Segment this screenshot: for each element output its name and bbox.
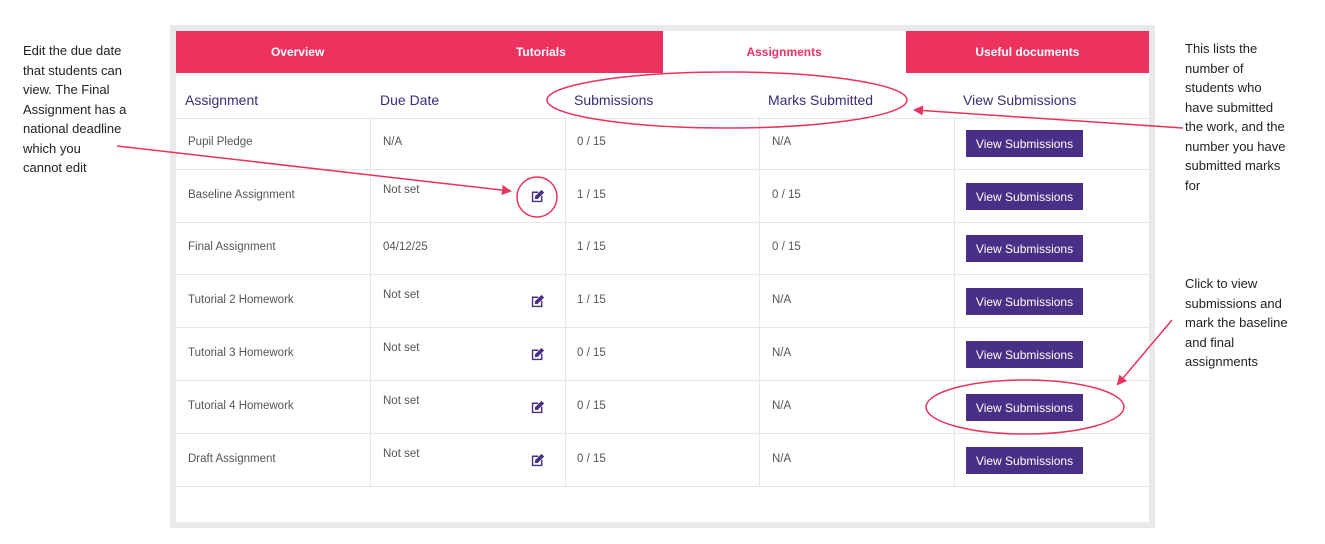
submissions-count: 0 / 15	[577, 136, 606, 148]
assignment-name: Tutorial 4 Homework	[188, 400, 294, 412]
edit-pencil-icon[interactable]	[529, 399, 546, 416]
tab-tutorials[interactable]: Tutorials	[419, 31, 663, 73]
assignment-name: Tutorial 3 Homework	[188, 347, 294, 359]
marks-submitted-count: N/A	[772, 347, 792, 359]
table-row: Tutorial 4 Homework Not set 0 / 15 N/A View …	[176, 381, 1149, 434]
header-submissions: Submissions	[574, 92, 654, 108]
edit-pencil-icon[interactable]	[529, 452, 546, 469]
view-submissions-button[interactable]: View Submissions	[966, 288, 1083, 315]
view-submissions-button[interactable]: View Submissions	[966, 235, 1083, 262]
table-row: Tutorial 2 Homework Not set 1 / 15 N/A View …	[176, 275, 1149, 328]
annotation-submissions-info: This lists the number of students who have …	[1185, 41, 1286, 193]
assignment-name: Pupil Pledge	[188, 136, 253, 148]
assignment-name: Tutorial 2 Homework	[188, 294, 294, 306]
due-date: 04/12/25	[383, 241, 428, 253]
header-marks-submitted: Marks Submitted	[768, 92, 874, 108]
table-row: Pupil Pledge N/A 0 / 15 N/A View Submissions	[176, 117, 1149, 170]
submissions-count: 1 / 15	[577, 241, 606, 253]
submissions-count: 1 / 15	[577, 294, 606, 306]
due-date: Not set	[383, 395, 420, 407]
marks-submitted-count: 0 / 15	[772, 241, 801, 253]
annotation-view-submissions: Click to view submissions and mark the bas…	[1185, 276, 1288, 369]
assignment-name: Draft Assignment	[188, 453, 276, 465]
marks-submitted-count: 0 / 15	[772, 189, 801, 201]
marks-submitted-count: N/A	[772, 453, 792, 465]
submissions-count: 0 / 15	[577, 453, 606, 465]
header-assignment: Assignment	[185, 92, 259, 108]
header-due-date: Due Date	[380, 92, 440, 108]
edit-pencil-icon[interactable]	[529, 293, 546, 310]
edit-pencil-icon[interactable]	[529, 346, 546, 363]
due-date: Not set	[383, 448, 420, 460]
marks-submitted-count: N/A	[772, 400, 792, 412]
marks-submitted-count: N/A	[772, 136, 792, 148]
table-header: Assignment Due Date Submissions Marks Su…	[176, 84, 1149, 119]
view-submissions-button[interactable]: View Submissions	[966, 183, 1083, 210]
view-submissions-button[interactable]: View Submissions	[966, 394, 1083, 421]
assignment-name: Baseline Assignment	[188, 189, 295, 201]
submissions-count: 0 / 15	[577, 347, 606, 359]
tab-bar: Overview Tutorials Assignments Useful do…	[176, 31, 1149, 73]
submissions-count: 1 / 15	[577, 189, 606, 201]
table-row: Final Assignment 04/12/25 1 / 15 0 / 15 View…	[176, 222, 1149, 275]
table-row: Tutorial 3 Homework Not set 0 / 15 N/A View …	[176, 328, 1149, 381]
assignment-name: Final Assignment	[188, 241, 276, 253]
tab-assignments[interactable]: Assignments	[662, 31, 906, 73]
annotation-edit-due-date: Edit the due date that students can view. …	[23, 43, 127, 175]
due-date: N/A	[383, 136, 403, 148]
tab-overview[interactable]: Overview	[176, 31, 420, 73]
view-submissions-button[interactable]: View Submissions	[966, 341, 1083, 368]
view-submissions-button[interactable]: View Submissions	[966, 130, 1083, 157]
marks-submitted-count: N/A	[772, 294, 792, 306]
tab-useful-documents[interactable]: Useful documents	[905, 31, 1149, 73]
edit-pencil-icon[interactable]	[529, 188, 546, 205]
table-row: Baseline Assignment Not set 1 / 15 0 / 15 Vi…	[176, 170, 1149, 223]
due-date: Not set	[383, 342, 420, 354]
submissions-count: 0 / 15	[577, 400, 606, 412]
view-submissions-button[interactable]: View Submissions	[966, 447, 1083, 474]
due-date: Not set	[383, 184, 420, 196]
header-view-submissions: View Submissions	[963, 92, 1077, 108]
due-date: Not set	[383, 289, 420, 301]
table-row: Draft Assignment Not set 0 / 15 N/A View Sub…	[176, 434, 1149, 487]
